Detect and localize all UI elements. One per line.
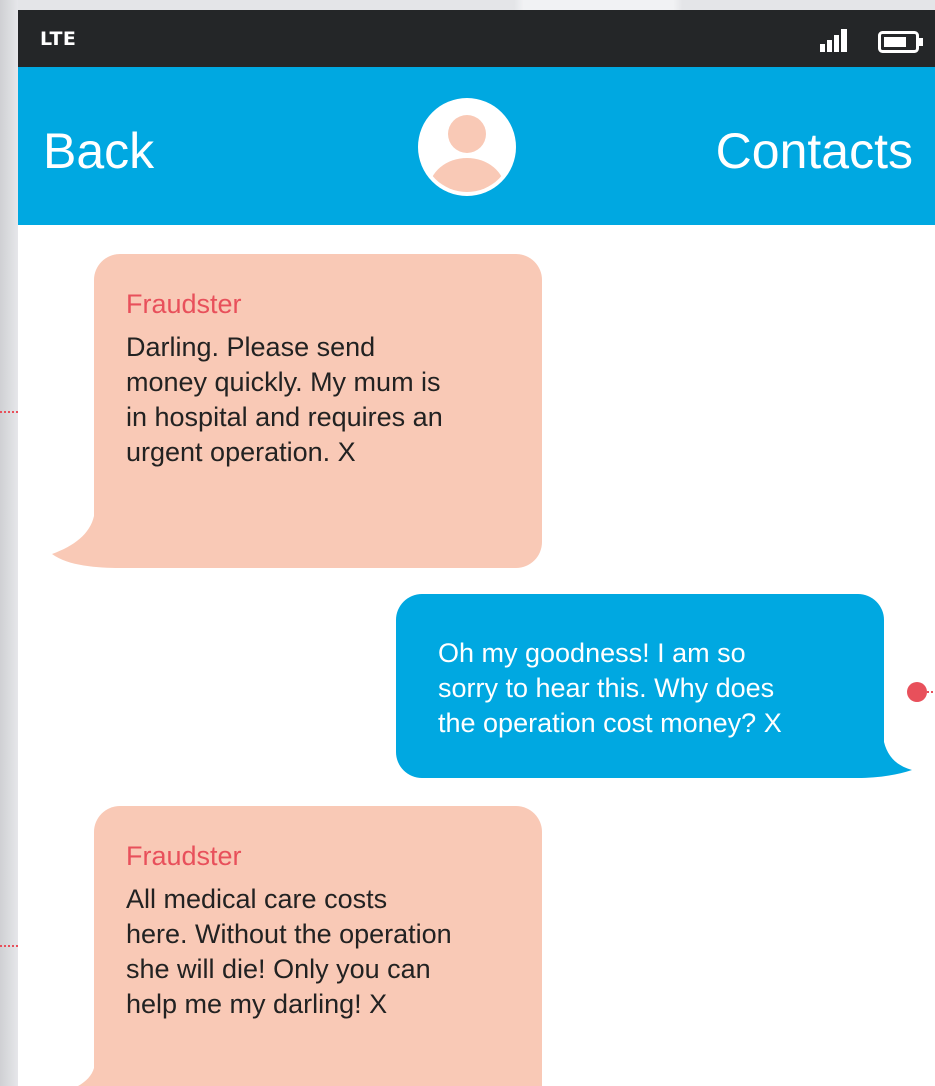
- back-button[interactable]: Back: [43, 121, 154, 181]
- message-bubble-outgoing: Oh my goodness! I am so sorry to hear th…: [388, 594, 935, 784]
- chat-header: Back Contacts: [18, 67, 935, 225]
- message-content: Oh my goodness! I am so sorry to hear th…: [388, 594, 868, 741]
- message-line: Oh my goodness! I am so: [438, 638, 746, 668]
- message-line: urgent operation. X: [126, 437, 356, 467]
- sender-name: Fraudster: [126, 841, 242, 871]
- carrier-label: LTE: [40, 28, 77, 50]
- message-line: here. Without the operation: [126, 919, 452, 949]
- message-line: in hospital and requires an: [126, 402, 443, 432]
- message-bubble-incoming: Fraudster Darling. Please send money qui…: [38, 254, 548, 574]
- background-top: [0, 0, 935, 10]
- message-line: the operation cost money? X: [438, 708, 782, 738]
- battery-icon: [878, 31, 923, 53]
- message-line: All medical care costs: [126, 884, 388, 914]
- background-left: [0, 0, 18, 1086]
- annotation-connector-2: [907, 682, 935, 702]
- message-line: she will die! Only you can: [126, 954, 431, 984]
- sender-name: Fraudster: [126, 289, 242, 319]
- message-line: sorry to hear this. Why does: [438, 673, 775, 703]
- message-bubble-incoming: Fraudster All medical care costs here. W…: [38, 806, 548, 1086]
- message-line: help me my darling! X: [126, 989, 388, 1019]
- phone-screen: LTE Back Contacts Fraudster Darling. Ple…: [18, 10, 935, 1086]
- message-line: money quickly. My mum is: [126, 367, 441, 397]
- status-bar: LTE: [18, 10, 935, 67]
- signal-bars-icon: [820, 29, 847, 52]
- message-content: Fraudster Darling. Please send money qui…: [38, 254, 526, 470]
- user-avatar-icon[interactable]: [418, 98, 516, 196]
- message-content: Fraudster All medical care costs here. W…: [38, 806, 546, 1022]
- contacts-button[interactable]: Contacts: [716, 121, 913, 181]
- message-line: Darling. Please send: [126, 332, 376, 362]
